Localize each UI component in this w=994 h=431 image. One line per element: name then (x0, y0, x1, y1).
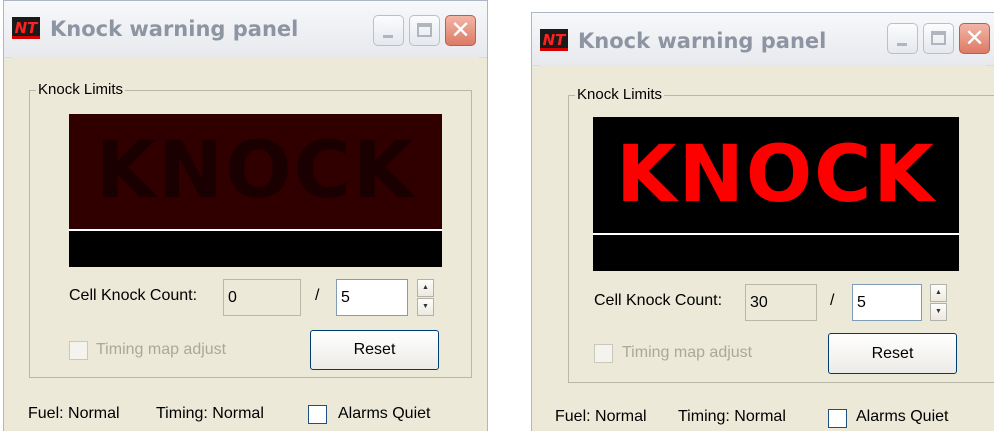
cell-knock-count-field: 0 (223, 279, 301, 316)
knock-display: KNOCK (69, 114, 442, 229)
cell-knock-count-label: Cell Knock Count: (594, 292, 723, 309)
window-client: Knock Limits KNOCK Cell Knock Count: 30 … (540, 65, 994, 431)
fuel-status: Fuel: Normal (28, 405, 120, 422)
timing-map-adjust-checkbox[interactable] (69, 341, 88, 360)
close-icon: ✕ (450, 16, 471, 44)
timing-status: Timing: Normal (156, 405, 264, 422)
knock-bar (593, 233, 959, 271)
timing-map-adjust-checkbox[interactable] (594, 344, 613, 363)
close-button[interactable]: ✕ (445, 15, 476, 46)
separator-slash: / (830, 292, 835, 309)
title-bar[interactable]: NT Knock warning panel ✕ (532, 13, 994, 66)
alarms-quiet-label: Alarms Quiet (856, 408, 949, 425)
limit-spinner[interactable]: ▲ ▼ (930, 284, 947, 321)
knock-window-inactive: NT Knock warning panel ✕ Knock Limits KN… (3, 0, 488, 431)
maximize-icon (417, 23, 432, 37)
knock-text: KNOCK (95, 126, 416, 216)
spin-down-icon[interactable]: ▼ (417, 298, 434, 316)
minimize-icon (383, 35, 393, 38)
fuel-status: Fuel: Normal (555, 408, 647, 425)
reset-button[interactable]: Reset (828, 333, 957, 374)
close-button[interactable]: ✕ (959, 23, 990, 54)
close-icon: ✕ (964, 24, 985, 52)
spin-up-icon[interactable]: ▲ (930, 284, 947, 302)
cell-knock-count-label: Cell Knock Count: (69, 287, 198, 304)
maximize-button[interactable] (409, 15, 440, 46)
knock-bar (69, 229, 442, 267)
alarms-quiet-checkbox[interactable] (828, 409, 847, 428)
alarms-quiet-checkbox[interactable] (308, 405, 327, 424)
limit-spinner[interactable]: ▲ ▼ (417, 279, 434, 316)
app-icon: NT (540, 29, 568, 51)
knock-display: KNOCK (593, 117, 959, 233)
group-label: Knock Limits (36, 81, 126, 98)
cell-knock-count-field: 30 (745, 284, 817, 321)
minimize-button[interactable] (887, 23, 918, 54)
knock-text: KNOCK (616, 130, 936, 220)
minimize-icon (897, 43, 907, 46)
title-bar[interactable]: NT Knock warning panel ✕ (4, 1, 487, 58)
timing-status: Timing: Normal (678, 408, 786, 425)
timing-map-adjust-label: Timing map adjust (622, 344, 753, 361)
maximize-button[interactable] (923, 23, 954, 54)
knock-limit-input[interactable]: 5 (336, 279, 408, 316)
spin-down-icon[interactable]: ▼ (930, 303, 947, 321)
reset-button[interactable]: Reset (310, 330, 439, 370)
window-title: Knock warning panel (50, 17, 299, 41)
minimize-button[interactable] (373, 15, 404, 46)
knock-limit-input[interactable]: 5 (852, 284, 922, 321)
maximize-icon (931, 31, 946, 45)
window-title: Knock warning panel (578, 29, 827, 53)
separator-slash: / (315, 287, 320, 304)
alarms-quiet-label: Alarms Quiet (338, 405, 431, 422)
app-icon: NT (12, 17, 40, 39)
group-label: Knock Limits (575, 86, 665, 103)
timing-map-adjust-label: Timing map adjust (96, 341, 227, 358)
window-client: Knock Limits KNOCK Cell Knock Count: 0 /… (12, 57, 479, 431)
knock-window-active: NT Knock warning panel ✕ Knock Limits KN… (531, 12, 994, 431)
spin-up-icon[interactable]: ▲ (417, 279, 434, 297)
